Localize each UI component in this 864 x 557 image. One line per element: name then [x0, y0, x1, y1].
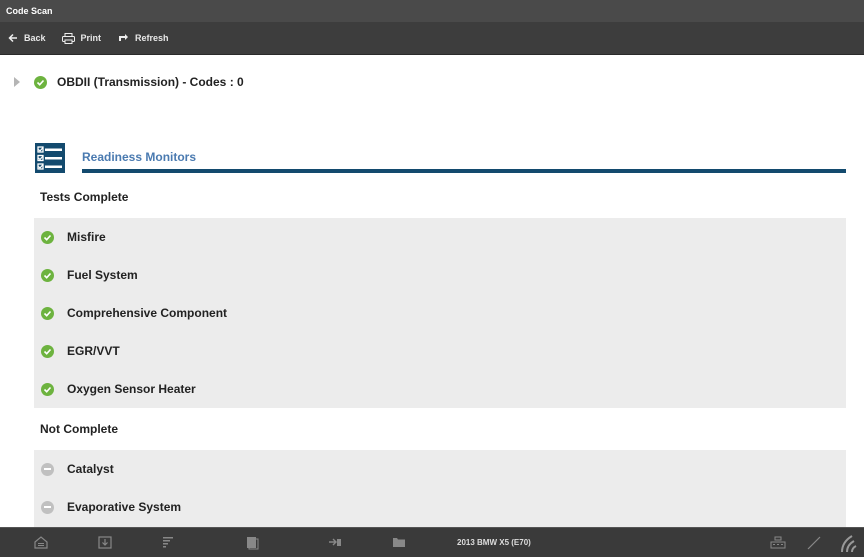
incomplete-icon [41, 500, 54, 514]
report-icon[interactable] [246, 536, 259, 550]
folder-icon[interactable] [392, 536, 406, 549]
tests-complete-label: Tests Complete [40, 190, 129, 204]
not-complete-label: Not Complete [40, 422, 118, 436]
toolbar: Back Print Refresh [0, 22, 864, 55]
check-icon [41, 268, 54, 282]
monitor-label: Catalyst [67, 462, 114, 476]
vehicle-label: 2013 BMW X5 (E70) [457, 538, 531, 547]
incomplete-icon [41, 462, 54, 476]
monitor-label: Evaporative System [67, 500, 182, 514]
refresh-icon [119, 33, 129, 41]
list-sort-icon[interactable] [162, 536, 174, 549]
check-icon [41, 344, 54, 358]
list-item: Misfire [34, 218, 846, 256]
complete-list: Misfire Fuel System Comprehensive Compon… [34, 218, 846, 408]
not-complete-list: Catalyst Evaporative System [34, 450, 846, 527]
monitor-label: Comprehensive Component [67, 306, 228, 320]
bottom-bar: 2013 BMW X5 (E70) [0, 527, 864, 557]
section-title: Readiness Monitors [82, 150, 197, 164]
back-arrow-icon [8, 33, 17, 43]
back-label: Back [24, 33, 46, 43]
check-icon [34, 75, 47, 89]
monitor-label: EGR/VVT [67, 344, 120, 358]
expand-triangle-icon[interactable] [14, 77, 20, 87]
section-divider [82, 169, 846, 173]
print-label: Print [80, 33, 102, 43]
list-item: Evaporative System [34, 488, 846, 526]
refresh-label: Refresh [135, 33, 169, 43]
download-icon[interactable] [98, 536, 112, 549]
list-icon [35, 143, 65, 173]
refresh-button[interactable]: Refresh [117, 33, 169, 44]
readiness-section-header: Readiness Monitors [34, 142, 846, 176]
check-icon [41, 306, 54, 320]
module-row[interactable]: OBDII (Transmission) - Codes : 0 [0, 70, 864, 94]
monitor-label: Oxygen Sensor Heater [67, 382, 196, 396]
connect-icon[interactable] [328, 536, 342, 549]
printer-icon [61, 32, 75, 44]
window-title: Code Scan [0, 0, 864, 22]
list-item: Comprehensive Component [34, 294, 846, 332]
list-item: Oxygen Sensor Heater [34, 370, 846, 408]
print-button[interactable]: Print [61, 32, 102, 44]
list-item: Fuel System [34, 256, 846, 294]
check-icon [41, 382, 54, 396]
back-button[interactable]: Back [8, 33, 46, 43]
home-icon[interactable] [34, 536, 48, 549]
monitor-label: Fuel System [67, 268, 138, 282]
module-label: OBDII (Transmission) - Codes : 0 [57, 75, 244, 89]
wireless-signal-icon[interactable] [838, 532, 862, 554]
list-item: Catalyst [34, 450, 846, 488]
list-item: EGR/VVT [34, 332, 846, 370]
keyboard-icon[interactable] [770, 536, 786, 549]
check-icon [41, 230, 54, 244]
monitor-label: Misfire [67, 230, 106, 244]
pen-icon[interactable] [806, 536, 822, 550]
